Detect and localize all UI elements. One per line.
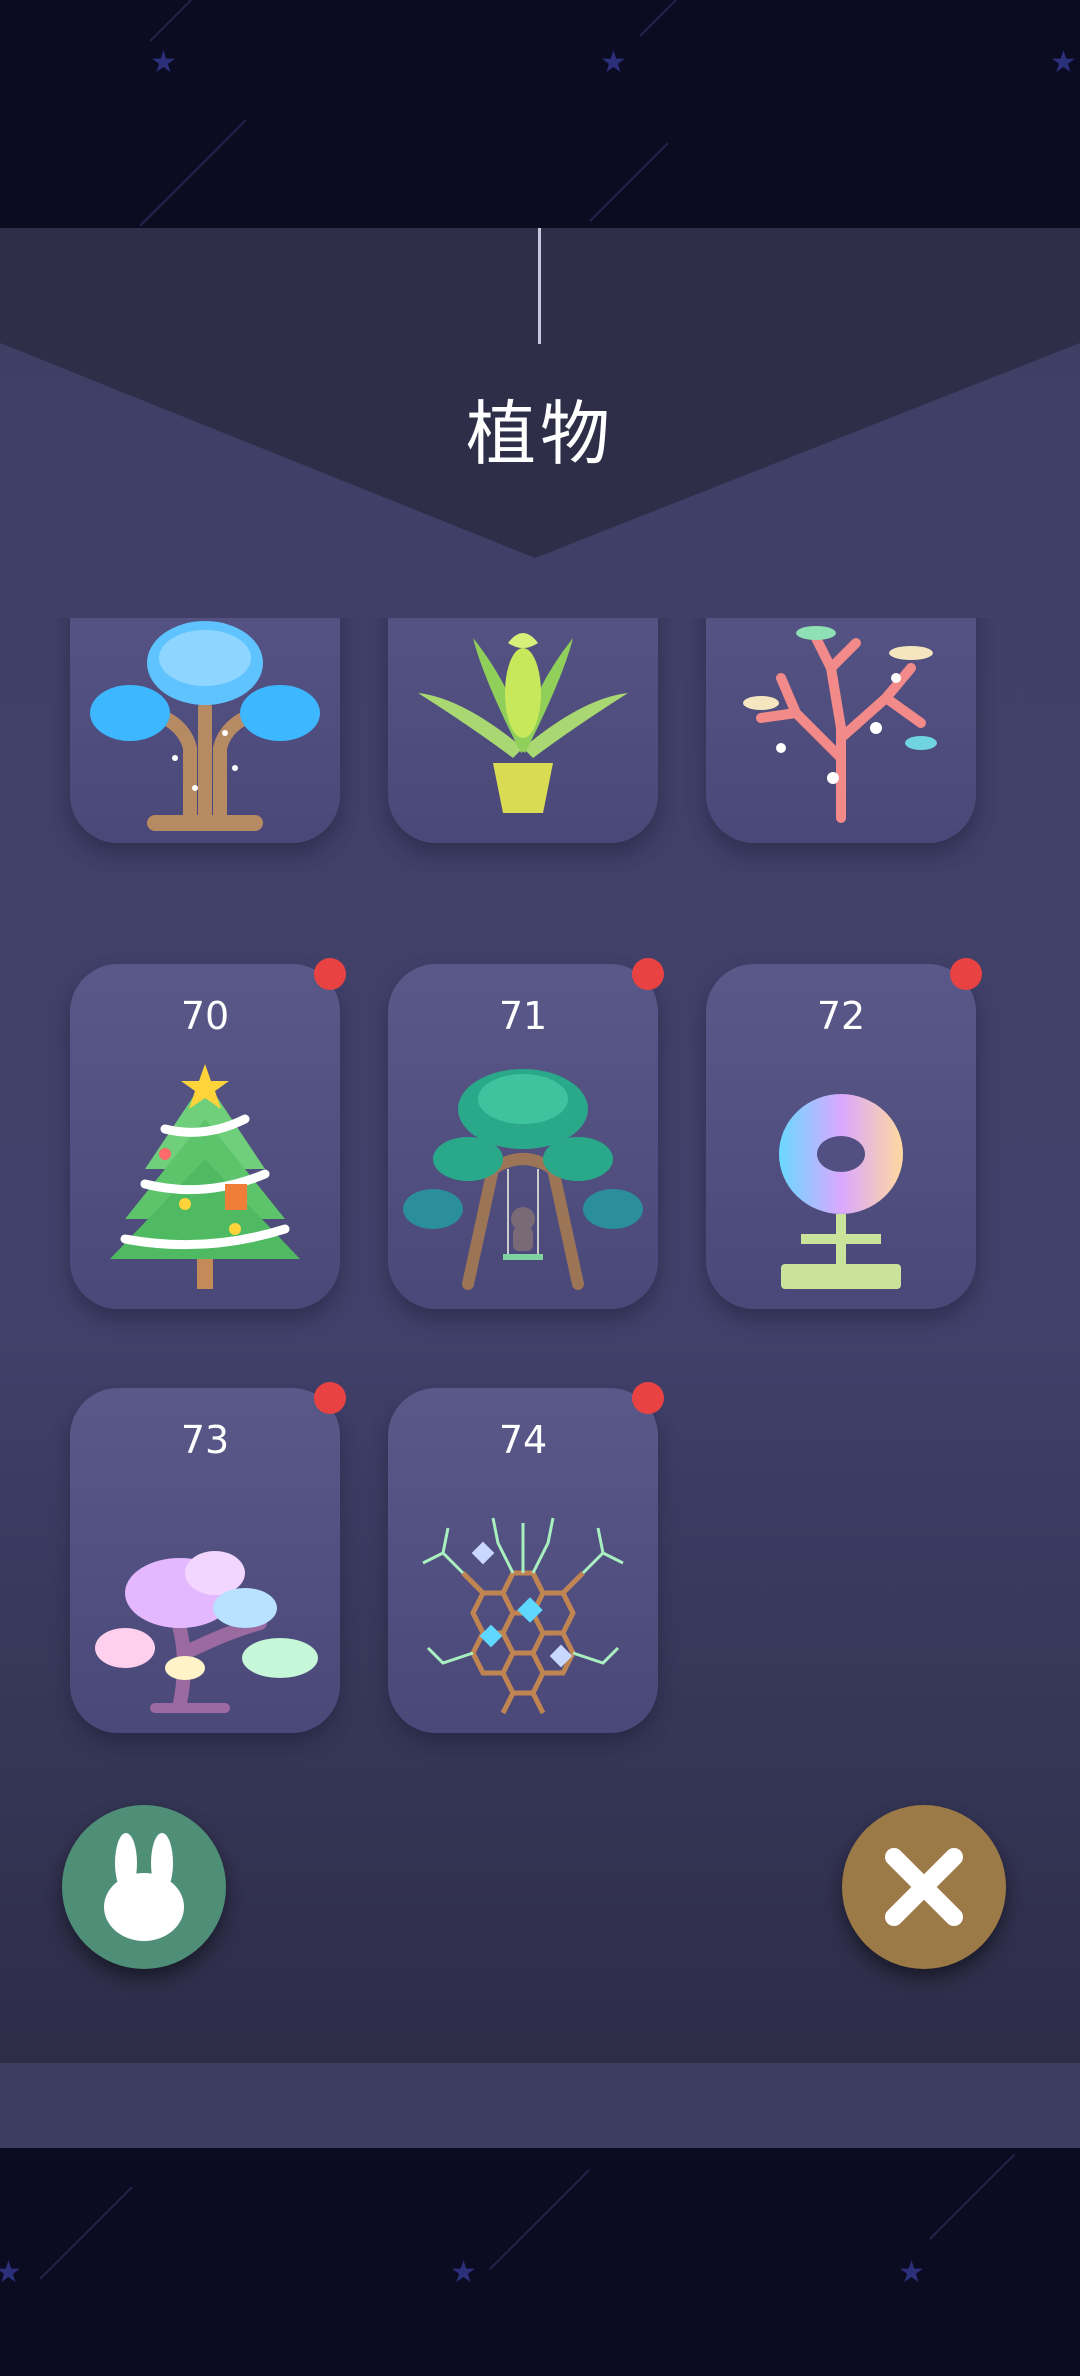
- new-badge: [632, 958, 664, 990]
- star-icon: ★: [600, 45, 627, 80]
- coral-icon: [743, 626, 937, 823]
- plant-number: 72: [816, 994, 866, 1038]
- footer-strip: [0, 2063, 1080, 2148]
- star-icon: ★: [1050, 45, 1077, 80]
- banner-string: [538, 228, 541, 344]
- plant-number: 74: [498, 1418, 548, 1462]
- honeycomb-tree-icon: [422, 1517, 624, 1715]
- plant-number: 70: [180, 994, 230, 1038]
- plant-card-jellyfish[interactable]: [70, 618, 340, 843]
- cloud-bonsai-icon: [95, 1551, 318, 1713]
- rabbit-button[interactable]: [62, 1805, 226, 1969]
- plant-card-72[interactable]: 72: [706, 958, 982, 1309]
- plant-number: 73: [180, 1418, 230, 1462]
- page-title: 植物: [466, 393, 614, 475]
- new-badge: [950, 958, 982, 990]
- pixel-flower-icon: [779, 1094, 903, 1289]
- new-badge: [314, 1382, 346, 1414]
- plant-card-71[interactable]: 71: [388, 958, 664, 1309]
- space-background-top: ★ ★ ★: [0, 0, 1080, 228]
- space-background-bottom: ★ ★ ★: [0, 2148, 1080, 2376]
- jellyfish-tree-icon: [90, 621, 320, 831]
- glowing-palm-icon: [418, 633, 628, 813]
- star-icon: ★: [150, 45, 177, 80]
- plant-card-74[interactable]: 74: [388, 1382, 664, 1733]
- rabbit-icon: [104, 1833, 184, 1941]
- christmas-tree-icon: [110, 1064, 300, 1289]
- plant-card-70[interactable]: 70: [70, 958, 346, 1309]
- star-icon: ★: [450, 2255, 477, 2290]
- close-button[interactable]: [842, 1805, 1006, 1969]
- close-icon: [885, 1848, 963, 1926]
- star-icon: ★: [0, 2255, 22, 2290]
- plant-card-palm[interactable]: [388, 618, 658, 843]
- plant-card-73[interactable]: 73: [70, 1382, 346, 1733]
- plant-card-coral[interactable]: [706, 618, 976, 843]
- new-badge: [314, 958, 346, 990]
- new-badge: [632, 1382, 664, 1414]
- swing-tree-icon: [403, 1069, 643, 1290]
- star-icon: ★: [898, 2255, 925, 2290]
- plant-number: 71: [498, 994, 548, 1038]
- plant-grid: 70 71 72 73 74: [0, 618, 1080, 1968]
- collection-panel: 植物 70 71 72 73 74: [0, 228, 1080, 2063]
